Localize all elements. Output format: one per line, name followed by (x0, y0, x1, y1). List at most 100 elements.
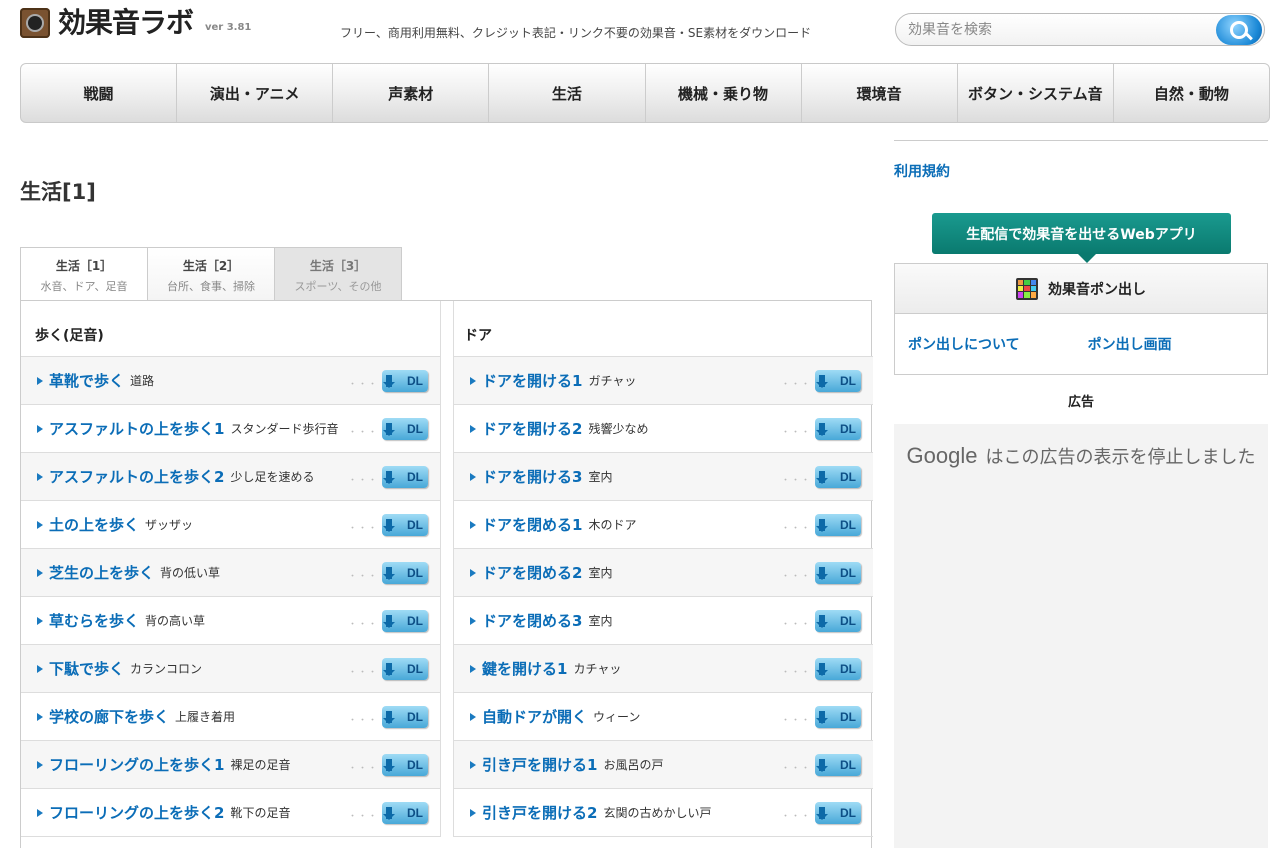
sound-name-link[interactable]: フローリングの上を歩く1 (49, 754, 224, 775)
download-button[interactable]: DL (382, 562, 428, 584)
ad-area: Google はこの広告の表示を停止しました (894, 424, 1268, 848)
download-button[interactable]: DL (815, 466, 861, 488)
sound-note: カチャッ (573, 662, 622, 676)
download-button[interactable]: DL (815, 418, 861, 440)
nav-item-voice[interactable]: 声素材 (333, 64, 490, 122)
download-button[interactable]: DL (382, 658, 428, 680)
category-nav: 戦闘 演出・アニメ 声素材 生活 機械・乗り物 環境音 ボタン・システム音 自然… (20, 63, 1270, 123)
sound-name-link[interactable]: 学校の廊下を歩く (49, 706, 169, 727)
play-arrow-icon (37, 760, 43, 769)
list-item: 土の上を歩く ザッザッ ・・・ DL (21, 501, 441, 549)
download-button[interactable]: DL (815, 610, 861, 632)
list-item: 草むらを歩く 背の高い草 ・・・ DL (21, 597, 441, 645)
search-button[interactable] (1216, 15, 1262, 45)
nav-item-anime[interactable]: 演出・アニメ (177, 64, 334, 122)
play-arrow-icon (37, 616, 43, 625)
download-button[interactable]: DL (382, 514, 428, 536)
sound-note: 玄関の古めかしい戸 (603, 806, 712, 820)
nav-item-nature[interactable]: 自然・動物 (1114, 64, 1269, 122)
sound-name-link[interactable]: 革靴で歩く (49, 370, 124, 391)
nav-item-environment[interactable]: 環境音 (802, 64, 958, 122)
dots-separator: ・・・ (780, 812, 811, 822)
sound-note: カランコロン (130, 662, 203, 676)
download-button[interactable]: DL (815, 802, 861, 824)
list-item: ドアを閉める1 木のドア ・・・ DL (453, 501, 873, 549)
pondashi-about-link[interactable]: ポン出しについて (908, 334, 1020, 354)
dots-separator: ・・・ (347, 380, 378, 390)
sound-name-link[interactable]: ドアを開ける3 (482, 466, 582, 487)
download-button[interactable]: DL (815, 706, 861, 728)
sound-note: 背の高い草 (145, 614, 206, 628)
tab-life-1[interactable]: 生活［1］ 水音、ドア、足音 (20, 247, 148, 301)
dots-separator: ・・・ (347, 668, 378, 678)
list-item: 引き戸を開ける2 玄関の古めかしい戸 ・・・ DL (453, 789, 873, 837)
list-item: ドアを開ける2 残響少なめ ・・・ DL (453, 405, 873, 453)
download-button[interactable]: DL (382, 418, 428, 440)
list-item: アスファルトの上を歩く2 少し足を速める ・・・ DL (21, 453, 441, 501)
list-item: 自動ドアが開く ウィーン ・・・ DL (453, 693, 873, 741)
sound-note: 道路 (130, 374, 155, 388)
download-button[interactable]: DL (382, 370, 428, 392)
sound-name-link[interactable]: ドアを開ける1 (482, 370, 582, 391)
dots-separator: ・・・ (347, 476, 378, 486)
sound-name-link[interactable]: 自動ドアが開く (482, 706, 587, 727)
play-arrow-icon (470, 616, 476, 625)
tab-name: 生活［1］ (55, 259, 113, 273)
terms-link[interactable]: 利用規約 (894, 161, 950, 181)
download-button[interactable]: DL (382, 466, 428, 488)
search-box (895, 13, 1265, 46)
dots-separator: ・・・ (780, 668, 811, 678)
nav-item-life[interactable]: 生活 (489, 64, 646, 122)
download-button[interactable]: DL (382, 754, 428, 776)
list-item: 鍵を開ける1 カチャッ ・・・ DL (453, 645, 873, 693)
list-item: 下駄で歩く カランコロン ・・・ DL (21, 645, 441, 693)
tab-life-3[interactable]: 生活［3］ スポーツ、その他 (274, 247, 402, 301)
sound-name-link[interactable]: ドアを閉める1 (482, 514, 582, 535)
sound-name-link[interactable]: 引き戸を開ける2 (482, 802, 597, 823)
sound-name-link[interactable]: 引き戸を開ける1 (482, 754, 597, 775)
download-button[interactable]: DL (815, 658, 861, 680)
sound-name-link[interactable]: ドアを閉める3 (482, 610, 582, 631)
download-button[interactable]: DL (815, 754, 861, 776)
sound-name-link[interactable]: 鍵を開ける1 (482, 658, 567, 679)
sound-name-link[interactable]: フローリングの上を歩く2 (49, 802, 224, 823)
download-button[interactable]: DL (815, 514, 861, 536)
sound-name-link[interactable]: 土の上を歩く (49, 514, 139, 535)
sound-note: ウィーン (593, 710, 641, 724)
list-item: ドアを開ける3 室内 ・・・ DL (453, 453, 873, 501)
dots-separator: ・・・ (780, 716, 811, 726)
download-button[interactable]: DL (382, 802, 428, 824)
pondashi-screen-link[interactable]: ポン出し画面 (1088, 334, 1172, 354)
download-button[interactable]: DL (815, 370, 861, 392)
tab-subtitle: 台所、食事、掃除 (167, 280, 255, 293)
play-arrow-icon (37, 568, 43, 577)
dots-separator: ・・・ (780, 620, 811, 630)
download-button[interactable]: DL (382, 706, 428, 728)
download-button[interactable]: DL (815, 562, 861, 584)
sound-name-link[interactable]: 芝生の上を歩く (49, 562, 154, 583)
subcategory-tabs: 生活［1］ 水音、ドア、足音 生活［2］ 台所、食事、掃除 生活［3］ スポーツ… (20, 247, 402, 301)
sound-note: 木のドア (588, 518, 637, 532)
webapp-promo-button[interactable]: 生配信で効果音を出せるWebアプリ (932, 213, 1231, 263)
download-button[interactable]: DL (382, 610, 428, 632)
nav-item-machines[interactable]: 機械・乗り物 (646, 64, 802, 122)
sound-name-link[interactable]: アスファルトの上を歩く1 (49, 418, 224, 439)
sound-list-panel: 歩く(足音) 革靴で歩く 道路 ・・・ DL アスファルトの上を歩く1 スタンダード歩行音… (20, 300, 873, 848)
search-input[interactable] (908, 20, 1208, 40)
site-logo[interactable]: 効果音ラボ (20, 8, 194, 38)
nav-item-button-system[interactable]: ボタン・システム音 (958, 64, 1114, 122)
tab-life-2[interactable]: 生活［2］ 台所、食事、掃除 (147, 247, 275, 301)
play-arrow-icon (470, 664, 476, 673)
sound-name-link[interactable]: 下駄で歩く (49, 658, 124, 679)
tab-name: 生活［3］ (309, 259, 367, 273)
pondashi-links: ポン出しについて ポン出し画面 (895, 314, 1267, 354)
dots-separator: ・・・ (347, 716, 378, 726)
sound-name-link[interactable]: ドアを開ける2 (482, 418, 582, 439)
sound-name-link[interactable]: 草むらを歩く (49, 610, 139, 631)
dots-separator: ・・・ (347, 620, 378, 630)
dots-separator: ・・・ (780, 476, 811, 486)
sound-name-link[interactable]: ドアを閉める2 (482, 562, 582, 583)
sound-name-link[interactable]: アスファルトの上を歩く2 (49, 466, 224, 487)
list-item: フローリングの上を歩く2 靴下の足音 ・・・ DL (21, 789, 441, 837)
nav-item-battle[interactable]: 戦闘 (21, 64, 178, 122)
